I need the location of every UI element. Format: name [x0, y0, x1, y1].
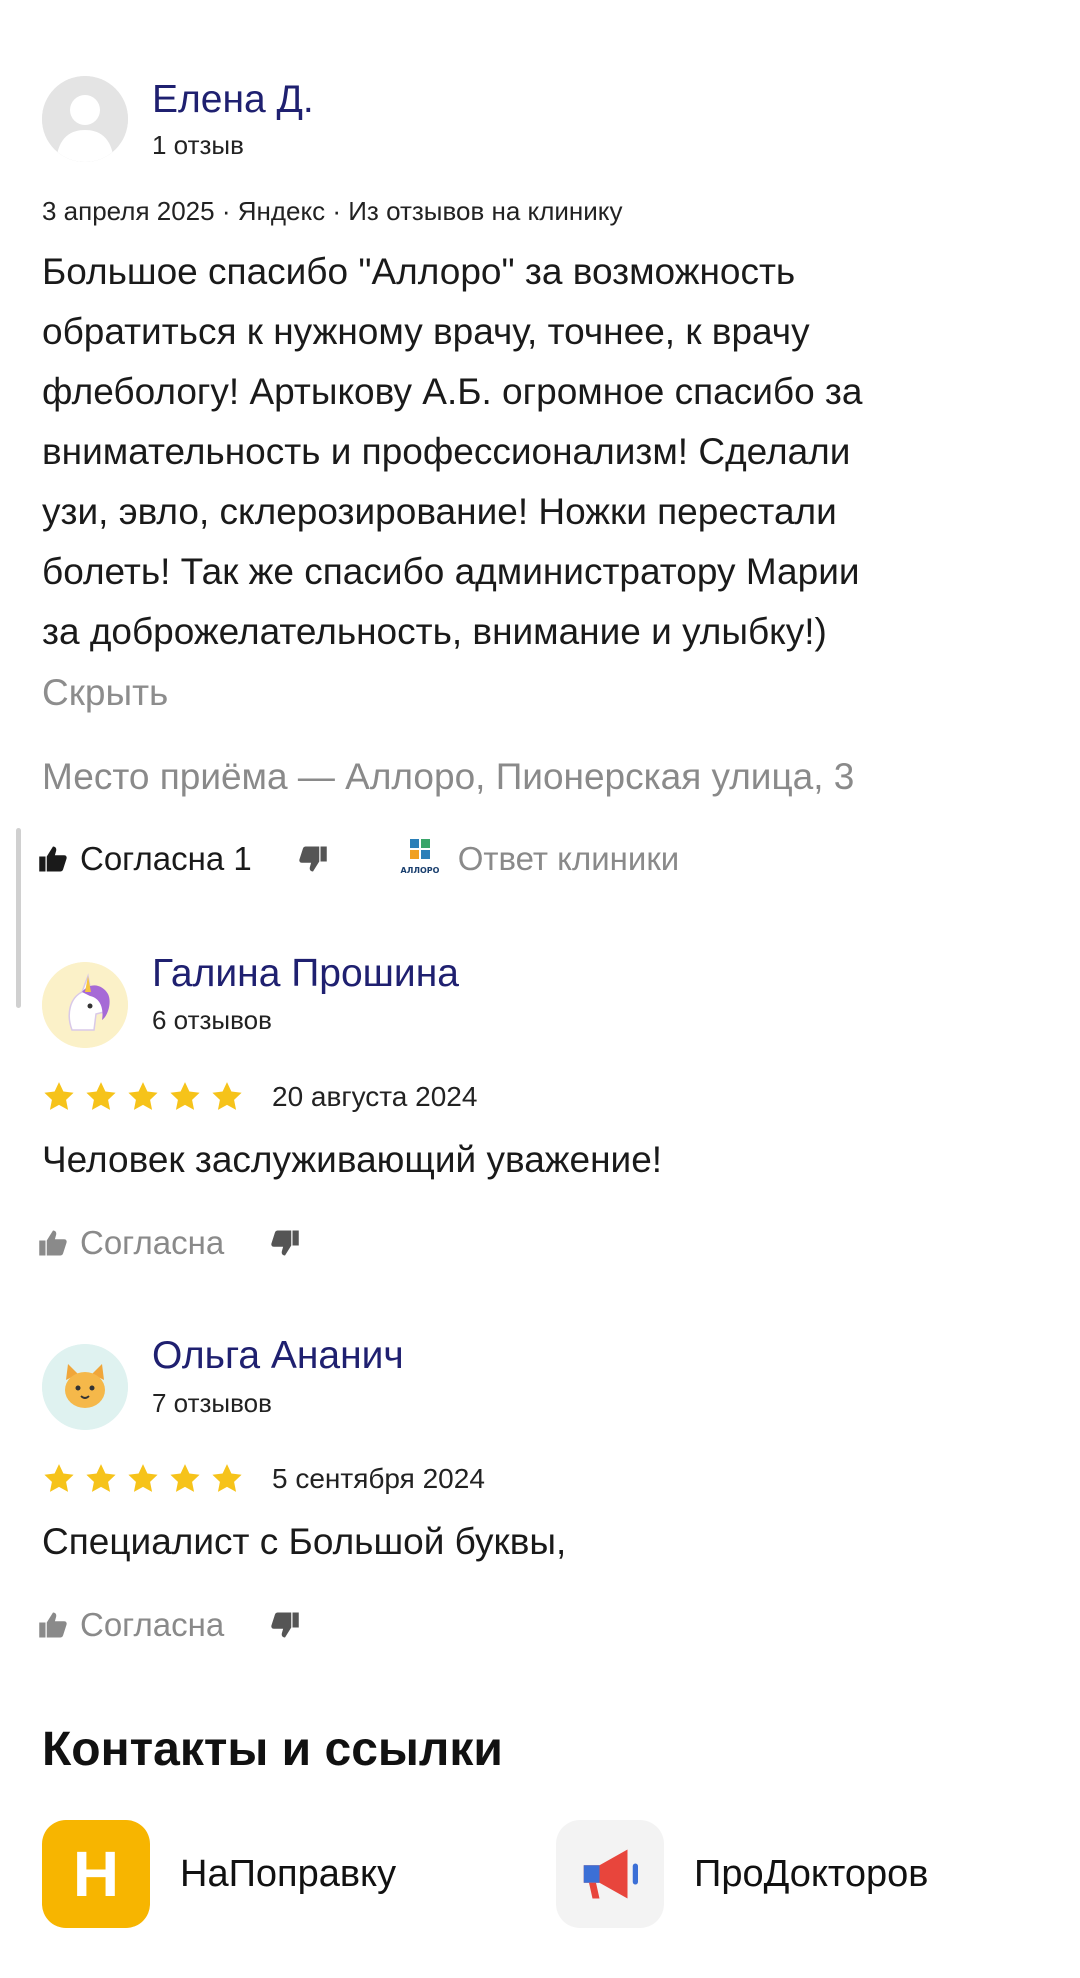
- thumbs-up-icon: [39, 1230, 67, 1256]
- avatar[interactable]: [42, 962, 128, 1048]
- contact-label: НаПоправку: [180, 1852, 397, 1895]
- rating-stars: [42, 1462, 244, 1496]
- star-icon: [212, 1082, 242, 1110]
- contact-label: ПроДокторов: [694, 1852, 929, 1895]
- author-name[interactable]: Елена Д.: [152, 78, 314, 122]
- contacts-section-title: Контакты и ссылки: [42, 1723, 503, 1776]
- star-icon: [86, 1464, 116, 1492]
- review-text-line: узи, эвло, склерозирование! Ножки перест…: [42, 491, 837, 532]
- author-reviews-count: 1 отзыв: [152, 130, 244, 160]
- review-text: Человек заслуживающий уважение!: [42, 1139, 663, 1180]
- contact-link-prodoktorov[interactable]: ПроДокторов: [556, 1820, 929, 1928]
- clinic-logo-icon: АЛЛОРО: [400, 839, 439, 875]
- prodoktorov-megaphone-icon: [556, 1820, 664, 1928]
- star-icon: [170, 1082, 200, 1110]
- agree-label: Согласна: [80, 1224, 225, 1261]
- cat-avatar-icon: [42, 1344, 128, 1430]
- unicorn-avatar-icon: [42, 962, 128, 1048]
- review-text-line: флебологу! Артыкову А.Б. огромное спасиб…: [42, 371, 863, 412]
- clinic-logo-text: АЛЛОРО: [400, 866, 439, 875]
- thumbs-up-icon: [39, 846, 67, 872]
- star-icon: [128, 1464, 158, 1492]
- default-user-icon: [42, 76, 128, 162]
- star-icon: [44, 1464, 74, 1492]
- rating-stars: [42, 1080, 244, 1114]
- star-icon: [128, 1082, 158, 1110]
- star-icon: [170, 1464, 200, 1492]
- review-text: Специалист с Большой буквы,: [42, 1521, 567, 1562]
- hide-review-link[interactable]: Скрыть: [42, 672, 168, 714]
- review-date: 5 сентября 2024: [272, 1463, 485, 1494]
- agree-button[interactable]: Согласна: [38, 1224, 224, 1262]
- agree-label: Согласна 1: [80, 840, 252, 877]
- review-text: Большое спасибо "Аллоро" за возможность …: [42, 242, 1042, 662]
- star-icon: [86, 1082, 116, 1110]
- author-reviews-count: 6 отзывов: [152, 1005, 272, 1035]
- agree-button[interactable]: Согласна: [38, 1606, 224, 1644]
- star-icon: [212, 1464, 242, 1492]
- disagree-button[interactable]: [270, 1610, 300, 1640]
- napopravku-logo-letter: Н: [72, 1838, 120, 1910]
- contact-link-napopravku[interactable]: Н НаПоправку: [42, 1820, 396, 1928]
- review-text-line: внимательность и профессионализм! Сделал…: [42, 431, 851, 472]
- scroll-indicator[interactable]: [16, 828, 21, 1008]
- disagree-button[interactable]: [298, 844, 328, 874]
- avatar[interactable]: [42, 1344, 128, 1430]
- avatar[interactable]: [42, 76, 128, 162]
- review-text-line: Большое спасибо "Аллоро" за возможность: [42, 251, 796, 292]
- clinic-reply-label: Ответ клиники: [457, 840, 680, 877]
- thumbs-down-icon: [299, 846, 327, 872]
- review-meta: 3 апреля 2025 · Яндекс · Из отзывов на к…: [42, 196, 623, 226]
- review-actions: Согласна 1 АЛЛОРО Ответ клиники: [38, 836, 679, 882]
- napopravku-logo-icon: Н: [42, 1820, 150, 1928]
- thumbs-down-icon: [271, 1612, 299, 1638]
- disagree-button[interactable]: [270, 1228, 300, 1258]
- reception-place: Место приёма — Аллоро, Пионерская улица,…: [42, 756, 855, 797]
- thumbs-up-icon: [39, 1612, 67, 1638]
- review-actions: Согласна: [38, 1602, 300, 1648]
- star-icon: [44, 1082, 74, 1110]
- review-text-line: за доброжелательность, внимание и улыбку…: [42, 611, 827, 652]
- author-reviews-count: 7 отзывов: [152, 1388, 272, 1418]
- clinic-reply-button[interactable]: АЛЛОРО Ответ клиники: [398, 837, 680, 881]
- review-date: 20 августа 2024: [272, 1081, 478, 1112]
- thumbs-down-icon: [271, 1230, 299, 1256]
- review-actions: Согласна: [38, 1220, 300, 1266]
- author-name[interactable]: Ольга Ананич: [152, 1334, 404, 1378]
- review-text-line: обратиться к нужному врачу, точнее, к вр…: [42, 311, 810, 352]
- author-name[interactable]: Галина Прошина: [152, 952, 459, 996]
- agree-button[interactable]: Согласна 1: [38, 840, 252, 878]
- review-text-line: болеть! Так же спасибо администратору Ма…: [42, 551, 860, 592]
- agree-label: Согласна: [80, 1606, 225, 1643]
